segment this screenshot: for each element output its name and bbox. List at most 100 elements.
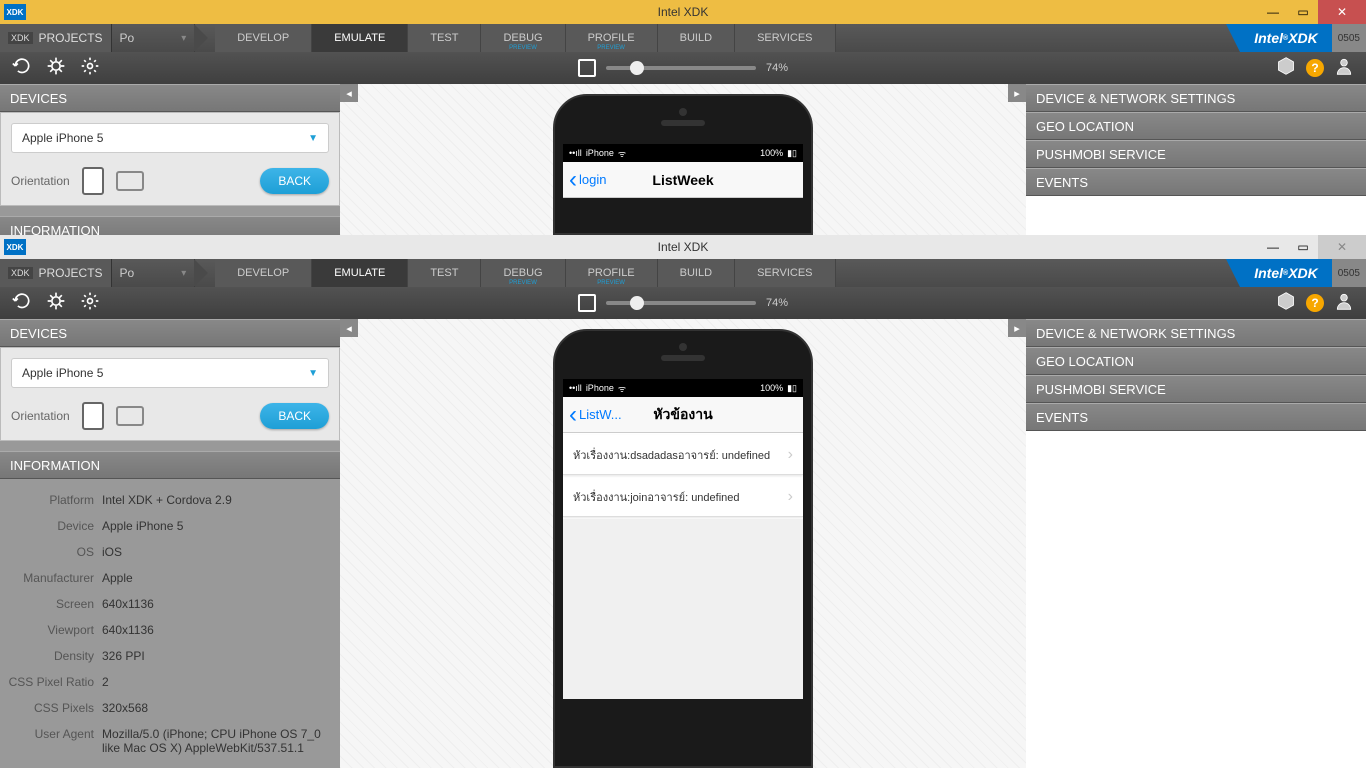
zoom-value: 74% [766, 297, 788, 309]
orientation-label: Orientation [11, 409, 70, 423]
app-icon: XDK [4, 239, 26, 255]
info-row: CSS Pixels320x568 [6, 695, 334, 721]
minimize-button[interactable]: — [1258, 0, 1288, 24]
tab-profile[interactable]: PROFILEPREVIEW [566, 259, 658, 287]
orientation-landscape-button[interactable] [116, 171, 144, 191]
devices-panel-header[interactable]: DEVICES [0, 84, 340, 112]
projects-tab[interactable]: XDK PROJECTS [0, 24, 112, 52]
tab-emulate[interactable]: EMULATE [312, 259, 408, 287]
brand-logo: Intel® XDK [1240, 24, 1332, 52]
tab-services[interactable]: SERVICES [735, 24, 835, 52]
chevron-down-icon: ▼ [308, 133, 318, 144]
info-row: CSS Pixel Ratio2 [6, 669, 334, 695]
reload-icon[interactable] [12, 291, 32, 316]
orientation-label: Orientation [11, 174, 70, 188]
tab-profile[interactable]: PROFILEPREVIEW [566, 24, 658, 52]
right-panel-geo-location[interactable]: GEO LOCATION [1026, 347, 1366, 375]
close-button[interactable]: ✕ [1318, 0, 1366, 24]
brand-version: 0505 [1332, 24, 1366, 52]
tab-services[interactable]: SERVICES [735, 259, 835, 287]
maximize-button[interactable]: ▭ [1288, 235, 1318, 259]
right-panel-device-network-settings[interactable]: DEVICE & NETWORK SETTINGS [1026, 84, 1366, 112]
debug-icon[interactable] [46, 56, 66, 81]
right-panel-device-network-settings[interactable]: DEVICE & NETWORK SETTINGS [1026, 319, 1366, 347]
phone-status-bar: ••ılliPhoneᯤ 100%▮▯ [563, 379, 803, 397]
package-icon[interactable] [1276, 291, 1296, 316]
tab-debug[interactable]: DEBUGPREVIEW [481, 259, 565, 287]
collapse-left-icon[interactable]: ◂ [340, 319, 358, 337]
window-title: Intel XDK [658, 240, 709, 254]
collapse-right-icon[interactable]: ▸ [1008, 319, 1026, 337]
help-icon[interactable]: ? [1306, 294, 1324, 312]
right-panel-events[interactable]: EVENTS [1026, 168, 1366, 196]
device-select[interactable]: Apple iPhone 5 ▼ [11, 123, 329, 153]
package-icon[interactable] [1276, 56, 1296, 81]
debug-icon[interactable] [46, 291, 66, 316]
collapse-right-icon[interactable]: ▸ [1008, 84, 1026, 102]
right-panel-pushmobi-service[interactable]: PUSHMOBI SERVICE [1026, 375, 1366, 403]
information-panel-header[interactable]: INFORMATION [0, 451, 340, 479]
reload-icon[interactable] [12, 56, 32, 81]
screen-fit-icon[interactable] [578, 59, 596, 77]
app-back-link[interactable]: ListW... [563, 401, 628, 429]
devices-panel-header[interactable]: DEVICES [0, 319, 340, 347]
zoom-slider[interactable] [606, 301, 756, 305]
tab-develop[interactable]: DEVELOP [215, 259, 312, 287]
info-row: Viewport640x1136 [6, 617, 334, 643]
orientation-landscape-button[interactable] [116, 406, 144, 426]
tab-debug[interactable]: DEBUGPREVIEW [481, 24, 565, 52]
minimize-button[interactable]: — [1258, 235, 1288, 259]
settings-icon[interactable] [80, 56, 100, 81]
tab-emulate[interactable]: EMULATE [312, 24, 408, 52]
device-emulator: ••ılliPhoneᯤ 100%▮▯ ListW... หัวข้องาน ห… [553, 329, 813, 768]
tab-build[interactable]: BUILD [658, 259, 735, 287]
right-panel-pushmobi-service[interactable]: PUSHMOBI SERVICE [1026, 140, 1366, 168]
device-selected-value: Apple iPhone 5 [22, 366, 103, 380]
app-back-link[interactable]: login [563, 166, 612, 194]
brand-version: 0505 [1332, 259, 1366, 287]
app-title: ListWeek [652, 172, 713, 188]
app-title: หัวข้องาน [653, 404, 712, 426]
settings-icon[interactable] [80, 291, 100, 316]
window-titlebar: XDK Intel XDK — ▭ ✕ [0, 235, 1366, 259]
main-tabbar: XDK PROJECTS Po DEVELOPEMULATETESTDEBUGP… [0, 259, 1366, 287]
tab-test[interactable]: TEST [408, 259, 481, 287]
user-icon[interactable] [1334, 56, 1354, 81]
project-selector[interactable]: Po [112, 259, 196, 287]
zoom-slider[interactable] [606, 66, 756, 70]
list-item[interactable]: หัวเรื่องงาน:joinอาจารย์: undefined [563, 477, 803, 517]
brand-logo: Intel® XDK [1240, 259, 1332, 287]
orientation-portrait-button[interactable] [82, 167, 104, 195]
main-tabbar: XDK PROJECTS Po DEVELOPEMULATETESTDEBUGP… [0, 24, 1366, 52]
app-icon: XDK [4, 4, 26, 20]
back-button[interactable]: BACK [260, 168, 329, 194]
maximize-button[interactable]: ▭ [1288, 0, 1318, 24]
right-panel-geo-location[interactable]: GEO LOCATION [1026, 112, 1366, 140]
info-row: Screen640x1136 [6, 591, 334, 617]
tab-develop[interactable]: DEVELOP [215, 24, 312, 52]
projects-label: PROJECTS [39, 266, 103, 280]
list-item[interactable]: หัวเรื่องงาน:dsadadasอาจารย์: undefined [563, 435, 803, 475]
back-button[interactable]: BACK [260, 403, 329, 429]
xdk-badge: XDK [8, 32, 33, 44]
project-selector[interactable]: Po [112, 24, 196, 52]
user-icon[interactable] [1334, 291, 1354, 316]
screen-fit-icon[interactable] [578, 294, 596, 312]
window-titlebar: XDK Intel XDK — ▭ ✕ [0, 0, 1366, 24]
information-panel-header[interactable]: INFORMATION [0, 216, 340, 235]
device-select[interactable]: Apple iPhone 5 ▼ [11, 358, 329, 388]
info-row: OSiOS [6, 539, 334, 565]
xdk-badge: XDK [8, 267, 33, 279]
help-icon[interactable]: ? [1306, 59, 1324, 77]
orientation-portrait-button[interactable] [82, 402, 104, 430]
tab-build[interactable]: BUILD [658, 24, 735, 52]
right-panel-events[interactable]: EVENTS [1026, 403, 1366, 431]
device-emulator: ••ılliPhoneᯤ 100%▮▯ login ListWeek [553, 94, 813, 235]
collapse-left-icon[interactable]: ◂ [340, 84, 358, 102]
toolbar: 74% ? [0, 52, 1366, 84]
toolbar: 74% ? [0, 287, 1366, 319]
zoom-value: 74% [766, 62, 788, 74]
projects-tab[interactable]: XDK PROJECTS [0, 259, 112, 287]
tab-test[interactable]: TEST [408, 24, 481, 52]
close-button[interactable]: ✕ [1318, 235, 1366, 259]
